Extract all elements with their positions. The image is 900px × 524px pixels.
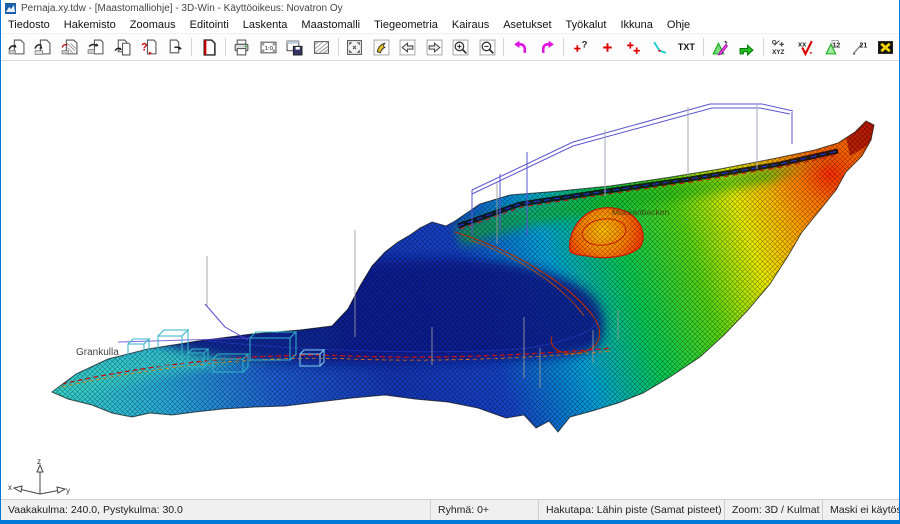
status-search-mode: Hakutapa: Lähin piste (Samat pisteet) (539, 500, 725, 520)
toolbar-separator (763, 38, 764, 56)
write-file-icon[interactable] (82, 35, 108, 60)
title-bar: Pernaja.xy.tdw - [Maastomalliohje] - 3D-… (1, 0, 899, 17)
menu-tiegeometria[interactable]: Tiegeometria (367, 19, 445, 31)
toolbar-separator (703, 38, 704, 56)
point-multi-icon[interactable] (620, 35, 646, 60)
menu-ohje[interactable]: Ohje (660, 19, 697, 31)
txt-icon[interactable]: TXT (673, 35, 699, 60)
mask-icon[interactable] (872, 35, 898, 60)
xyz-coord-icon[interactable] (767, 35, 793, 60)
document-editor-icon[interactable] (195, 35, 221, 60)
menu-ikkuna[interactable]: Ikkuna (613, 19, 659, 31)
menu-tiedosto[interactable]: Tiedosto (1, 19, 57, 31)
status-group: Ryhmä: 0+ (431, 500, 539, 520)
menu-editointi[interactable]: Editointi (183, 19, 236, 31)
menu-asetukset[interactable]: Asetukset (496, 19, 558, 31)
status-zoom-mode: Zoom: 3D / Kulmat (725, 500, 823, 520)
toolbar: TXT (1, 34, 899, 61)
terrain-scene: Grankulla Muckanbacken z x y (1, 61, 899, 499)
window-title: Pernaja.xy.tdw - [Maastomalliohje] - 3D-… (21, 3, 343, 14)
read-format-icon[interactable] (56, 35, 82, 60)
menu-hakemisto[interactable]: Hakemisto (57, 19, 123, 31)
scale-icon[interactable] (255, 35, 281, 60)
pan-right-icon[interactable] (421, 35, 447, 60)
toolbar-separator (503, 38, 504, 56)
zoom-in-icon[interactable] (447, 35, 473, 60)
undo-icon[interactable] (507, 35, 533, 60)
app-icon (5, 3, 16, 14)
line-num-icon[interactable] (846, 35, 872, 60)
fit-screen-icon[interactable] (342, 35, 368, 60)
menu-laskenta[interactable]: Laskenta (236, 19, 295, 31)
txt-glyph: TXT (678, 42, 695, 52)
write-file-as-icon[interactable] (109, 35, 135, 60)
menu-bar: TiedostoHakemistoZoomausEditointiLaskent… (1, 17, 899, 34)
pan-left-icon[interactable] (395, 35, 421, 60)
menu-maastomalli[interactable]: Maastomalli (294, 19, 367, 31)
save-window-icon[interactable] (282, 35, 308, 60)
label-peak: Muckanbacken (612, 207, 669, 217)
export-file-icon[interactable] (162, 35, 188, 60)
status-mask: Maski ei käytössä (823, 500, 899, 520)
axis-z-label: z (37, 457, 41, 466)
triangle-num-icon[interactable] (819, 35, 845, 60)
polygon-tool-icon[interactable] (733, 35, 759, 60)
polyline-icon[interactable] (647, 35, 673, 60)
menu-zoomaus[interactable]: Zoomaus (123, 19, 183, 31)
read-file-icon[interactable] (3, 35, 29, 60)
read-file-add-icon[interactable] (29, 35, 55, 60)
terrain-mesh (1, 61, 899, 499)
toolbar-separator (225, 38, 226, 56)
zoom-out-icon[interactable] (474, 35, 500, 60)
point-query-icon[interactable] (567, 35, 593, 60)
terrain-3d-viewport[interactable]: Grankulla Muckanbacken z x y (1, 61, 899, 499)
print-icon[interactable] (229, 35, 255, 60)
menu-ty-kalut[interactable]: Työkalut (559, 19, 614, 31)
toolbar-separator (338, 38, 339, 56)
hatch-window-icon[interactable] (308, 35, 334, 60)
point-add-icon[interactable] (594, 35, 620, 60)
triangle-model-icon[interactable] (707, 35, 733, 60)
window-bottom-border (1, 520, 899, 524)
axis-x-label: x (8, 483, 12, 492)
menu-kairaus[interactable]: Kairaus (445, 19, 496, 31)
write-format-icon[interactable] (135, 35, 161, 60)
status-bar: Vaakakulma: 240.0, Pystykulma: 30.0Ryhmä… (1, 499, 899, 520)
label-grankulla: Grankulla (76, 347, 119, 358)
axis-indicator: z x y (8, 457, 70, 495)
toolbar-separator (563, 38, 564, 56)
status-view-angles: Vaakakulma: 240.0, Pystykulma: 30.0 (1, 500, 431, 520)
redo-icon[interactable] (534, 35, 560, 60)
check-points-icon[interactable] (793, 35, 819, 60)
zoom-prev-icon[interactable] (368, 35, 394, 60)
toolbar-separator (191, 38, 192, 56)
axis-y-label: y (66, 486, 70, 495)
app-window: ? 1:0 ? XYZ xx 12 21 (0, 0, 900, 524)
